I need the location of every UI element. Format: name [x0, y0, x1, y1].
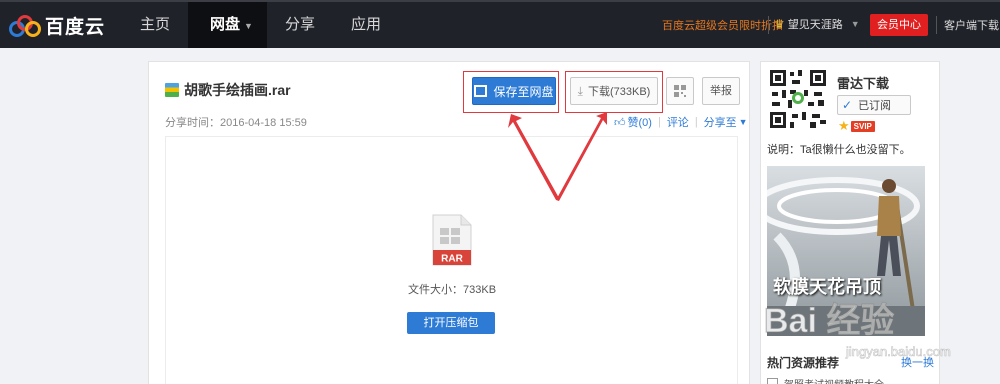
- nav-netdisk[interactable]: 网盘 ▼: [188, 2, 267, 48]
- nav-apps[interactable]: 应用: [333, 2, 399, 48]
- owner-name[interactable]: 雷达下载: [837, 73, 889, 92]
- qr-code-icon: [674, 85, 686, 97]
- owner-description: 说明：Ta很懒什么也没留下。: [767, 144, 911, 156]
- thumbs-up-icon: 👍︎: [614, 116, 626, 129]
- chevron-down-icon: ▼: [738, 117, 748, 127]
- nav-share[interactable]: 分享: [267, 2, 333, 48]
- qr-code-button[interactable]: [666, 77, 694, 105]
- subscribed-label: 已订阅: [858, 100, 892, 112]
- download-icon: ⤓: [577, 83, 583, 98]
- download-button[interactable]: ⤓ 下载(733KB): [570, 77, 658, 105]
- vip-center-button[interactable]: 会员中心: [870, 14, 928, 36]
- cloud-logo-icon: [9, 14, 41, 37]
- logo-text: 百度云: [45, 16, 106, 38]
- client-download-link[interactable]: 客户端下载: [944, 17, 999, 33]
- save-label: 保存至网盘: [493, 84, 554, 99]
- nav-home[interactable]: 主页: [122, 2, 188, 48]
- main-nav: 主页 网盘 ▼ 分享 应用: [122, 2, 399, 48]
- watermark-brand: Bai 经验: [764, 301, 894, 340]
- save-icon: [474, 85, 488, 97]
- file-name: 胡歌手绘插画.rar: [184, 82, 291, 98]
- username: 望见天涯路: [787, 19, 843, 31]
- like-link[interactable]: 赞(0): [628, 114, 652, 130]
- divider: |: [694, 116, 698, 128]
- comment-link[interactable]: 评论: [667, 114, 689, 130]
- divider: [936, 16, 937, 34]
- rar-label: RAR: [441, 254, 463, 265]
- file-actions: 👍︎ 赞(0) | 评论 | 分享至 ▼: [614, 114, 748, 130]
- divider: [768, 16, 769, 34]
- file-size: 文件大小：733KB: [408, 284, 497, 296]
- crown-icon: ♛: [774, 17, 785, 31]
- share-time: 分享时间：2016-04-18 15:59: [165, 117, 307, 129]
- svip-label: SVIP: [850, 120, 875, 132]
- top-navigation-bar: 百度云 主页 网盘 ▼ 分享 应用 百度云超级会员限时折扣 ♛ 望见天涯路 ▼ 会…: [0, 0, 1000, 48]
- chevron-down-icon: ▼: [850, 19, 860, 29]
- promo-link[interactable]: 百度云超级会员限时折扣: [662, 17, 783, 33]
- chevron-down-icon: ▼: [244, 21, 253, 31]
- baidu-yun-logo[interactable]: 百度云: [8, 12, 105, 39]
- star-icon: ★: [838, 118, 850, 133]
- user-menu[interactable]: ♛ 望见天涯路 ▼: [774, 16, 860, 32]
- report-button[interactable]: 举报: [702, 77, 740, 105]
- subscribed-button[interactable]: ✓ 已订阅: [837, 95, 911, 115]
- share-to-link[interactable]: 分享至: [704, 114, 737, 130]
- owner-qr-code: [768, 68, 828, 130]
- divider: |: [657, 116, 661, 128]
- svip-badge: ★ SVIP: [838, 118, 875, 133]
- rar-archive-icon: RAR: [432, 214, 472, 266]
- check-icon: ✓: [842, 98, 853, 112]
- rar-file-icon: [165, 83, 179, 97]
- open-archive-button[interactable]: 打开压缩包: [407, 312, 495, 334]
- watermark-url: jingyan.baidu.com: [845, 344, 951, 359]
- baidu-jingyan-watermark: Bai 经验 jingyan.baidu.com: [763, 300, 951, 359]
- save-to-netdisk-button[interactable]: 保存至网盘: [472, 77, 556, 105]
- download-label: 下载(733KB): [587, 86, 651, 98]
- nav-netdisk-label: 网盘: [210, 16, 241, 33]
